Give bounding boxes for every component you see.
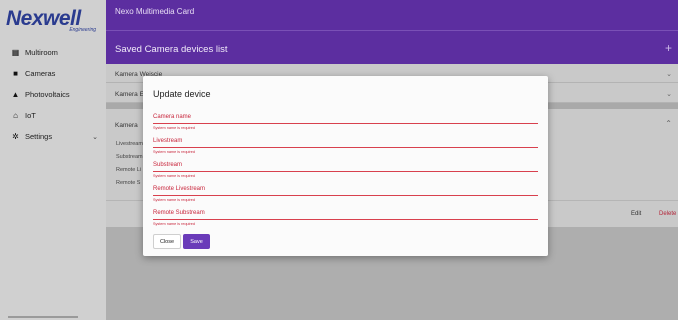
- logo-wordmark: Nexwell: [6, 7, 81, 30]
- detail-remote-livestream: Remote Li: [116, 167, 142, 173]
- field-label: Livestream: [153, 138, 183, 144]
- detail-livestream: Livestream: [116, 141, 143, 147]
- sidebar-item-iot[interactable]: ⌂ IoT: [0, 105, 106, 126]
- field-label: Remote Livestream: [153, 186, 206, 192]
- field-error: System name is required: [153, 150, 195, 154]
- plus-icon[interactable]: +: [665, 41, 672, 55]
- nexwell-logo[interactable]: Nexwell Engineering: [6, 8, 102, 36]
- field-underline: [153, 171, 538, 172]
- sidebar-item-cameras[interactable]: ■ Cameras: [0, 63, 106, 84]
- sidebar-scrollbar[interactable]: [8, 316, 78, 318]
- field-label: Substream: [153, 162, 183, 168]
- sidebar-item-settings[interactable]: ✲ Settings ⌄: [0, 126, 106, 147]
- header-divider: [106, 30, 678, 31]
- dialog-title: Update device: [153, 89, 211, 99]
- gear-icon: ✲: [12, 132, 19, 141]
- home-icon: ⌂: [13, 111, 18, 120]
- sidebar: Nexwell Engineering ▦ Multiroom ■ Camera…: [0, 0, 106, 320]
- field-underline: [153, 195, 538, 196]
- sidebar-item-label: Cameras: [25, 69, 56, 78]
- save-button[interactable]: Save: [183, 234, 210, 249]
- substream-field[interactable]: Substream System name is required: [153, 162, 538, 178]
- building-icon: ▦: [11, 48, 20, 57]
- delete-button[interactable]: Delete: [659, 211, 676, 217]
- camera-name-field[interactable]: Camera name System name is required: [153, 114, 538, 130]
- solar-panel-icon: ▲: [11, 90, 20, 99]
- field-error: System name is required: [153, 222, 195, 226]
- edit-button[interactable]: Edit: [631, 211, 641, 217]
- list-title: Saved Camera devices list: [115, 44, 228, 55]
- chevron-down-icon[interactable]: ⌄: [666, 90, 672, 98]
- livestream-field[interactable]: Livestream System name is required: [153, 138, 538, 154]
- sidebar-item-multiroom[interactable]: ▦ Multiroom: [0, 42, 106, 63]
- sidebar-item-label: IoT: [25, 111, 36, 120]
- field-label: Camera name: [153, 114, 192, 120]
- logo-subtitle: Engineering: [69, 27, 96, 33]
- field-error: System name is required: [153, 174, 195, 178]
- field-underline: [153, 147, 538, 148]
- close-button[interactable]: Close: [153, 234, 181, 249]
- field-label: Remote Substream: [153, 210, 205, 216]
- update-device-dialog: Update device Camera name System name is…: [143, 76, 548, 256]
- field-underline: [153, 123, 538, 124]
- chevron-up-icon[interactable]: ⌃: [665, 119, 672, 128]
- list-item-label: Kamera: [115, 122, 138, 129]
- remote-substream-field[interactable]: Remote Substream System name is required: [153, 210, 538, 226]
- field-error: System name is required: [153, 198, 195, 202]
- chevron-down-icon[interactable]: ⌄: [666, 70, 672, 78]
- sidebar-nav: ▦ Multiroom ■ Cameras ▲ Photovoltaics ⌂ …: [0, 42, 106, 147]
- sidebar-item-label: Photovoltaics: [25, 90, 70, 99]
- field-underline: [153, 219, 538, 220]
- list-item-label: Kamera E: [115, 91, 144, 98]
- camera-icon: ■: [13, 69, 18, 78]
- detail-substream: Substream: [116, 154, 143, 160]
- detail-remote-substream: Remote S: [116, 180, 141, 186]
- field-error: System name is required: [153, 126, 195, 130]
- sidebar-item-photovoltaics[interactable]: ▲ Photovoltaics: [0, 84, 106, 105]
- app-title: Nexo Multimedia Card: [115, 7, 195, 16]
- remote-livestream-field[interactable]: Remote Livestream System name is require…: [153, 186, 538, 202]
- chevron-down-icon[interactable]: ⌄: [92, 133, 98, 141]
- sidebar-item-label: Settings: [25, 132, 53, 141]
- sidebar-item-label: Multiroom: [25, 48, 58, 57]
- header: Nexo Multimedia Card Saved Camera device…: [106, 0, 678, 64]
